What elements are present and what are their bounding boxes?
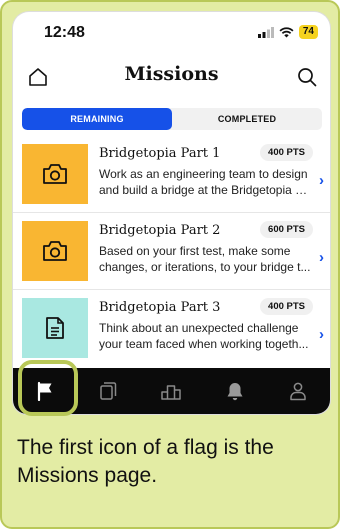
mission-item[interactable]: Bridgetopia Part 1 400 PTS Work as an en… <box>13 136 330 213</box>
search-icon[interactable] <box>296 66 318 88</box>
mission-list: Bridgetopia Part 1 400 PTS Work as an en… <box>13 136 330 366</box>
mission-thumbnail <box>22 144 88 204</box>
tab-profile[interactable] <box>278 371 318 411</box>
status-time: 12:48 <box>44 24 85 41</box>
tab-cards[interactable] <box>88 371 128 411</box>
points-badge: 600 PTS <box>260 221 313 238</box>
tab-leaderboard[interactable] <box>151 371 191 411</box>
chevron-right-icon: › <box>319 326 324 343</box>
mission-name: Bridgetopia Part 3 <box>99 300 221 315</box>
camera-icon <box>43 164 67 184</box>
description-line: and build a bridge at the Bridgetopia e.… <box>99 183 311 197</box>
document-icon <box>46 317 64 339</box>
camera-icon <box>43 241 67 261</box>
status-bar: 12:48 74 <box>13 12 330 54</box>
chevron-right-icon: › <box>319 172 324 189</box>
tab-completed[interactable]: COMPLETED <box>172 108 322 130</box>
wifi-icon <box>279 26 294 37</box>
points-badge: 400 PTS <box>260 298 313 315</box>
bell-icon <box>227 383 243 401</box>
mission-item[interactable]: Bridgetopia Part 2 600 PTS Based on your… <box>13 213 330 290</box>
mission-name: Bridgetopia Part 2 <box>99 223 221 238</box>
mission-description: Based on your first test, make some chan… <box>99 243 311 275</box>
leaderboard-icon <box>161 385 182 400</box>
description-line: Work as an engineering team to design <box>99 167 308 181</box>
mission-description: Work as an engineering team to design an… <box>99 166 311 198</box>
description-line: your team faced when working togeth... <box>99 337 309 351</box>
status-icons: 74 <box>257 25 318 39</box>
cards-icon <box>100 382 117 400</box>
instruction-card: 12:48 74 Missions REMAINING COMPLETED Br… <box>0 0 340 529</box>
phone-screen: 12:48 74 Missions REMAINING COMPLETED Br… <box>13 12 330 414</box>
battery-indicator: 74 <box>298 25 318 39</box>
caption-text: The first icon of a flag is the Missions… <box>17 436 274 487</box>
mission-thumbnail <box>22 298 88 358</box>
description-line: changes, or iterations, to your bridge t… <box>99 260 311 274</box>
profile-icon <box>290 382 306 401</box>
signal-icon <box>257 26 274 38</box>
tab-notifications[interactable] <box>215 371 255 411</box>
mission-name: Bridgetopia Part 1 <box>99 146 221 161</box>
mission-description: Think about an unexpected challenge your… <box>99 320 311 352</box>
tab-remaining[interactable]: REMAINING <box>22 108 172 130</box>
description-line: Think about an unexpected challenge <box>99 321 299 335</box>
app-header: Missions <box>13 56 330 96</box>
description-line: Based on your first test, make some <box>99 244 291 258</box>
chevron-right-icon: › <box>319 249 324 266</box>
mission-item[interactable]: Bridgetopia Part 3 400 PTS Think about a… <box>13 290 330 366</box>
flag-tab-highlight <box>18 360 78 416</box>
points-badge: 400 PTS <box>260 144 313 161</box>
mission-thumbnail <box>22 221 88 281</box>
page-title: Missions <box>124 63 219 85</box>
mission-filter-toggle: REMAINING COMPLETED <box>22 108 322 130</box>
